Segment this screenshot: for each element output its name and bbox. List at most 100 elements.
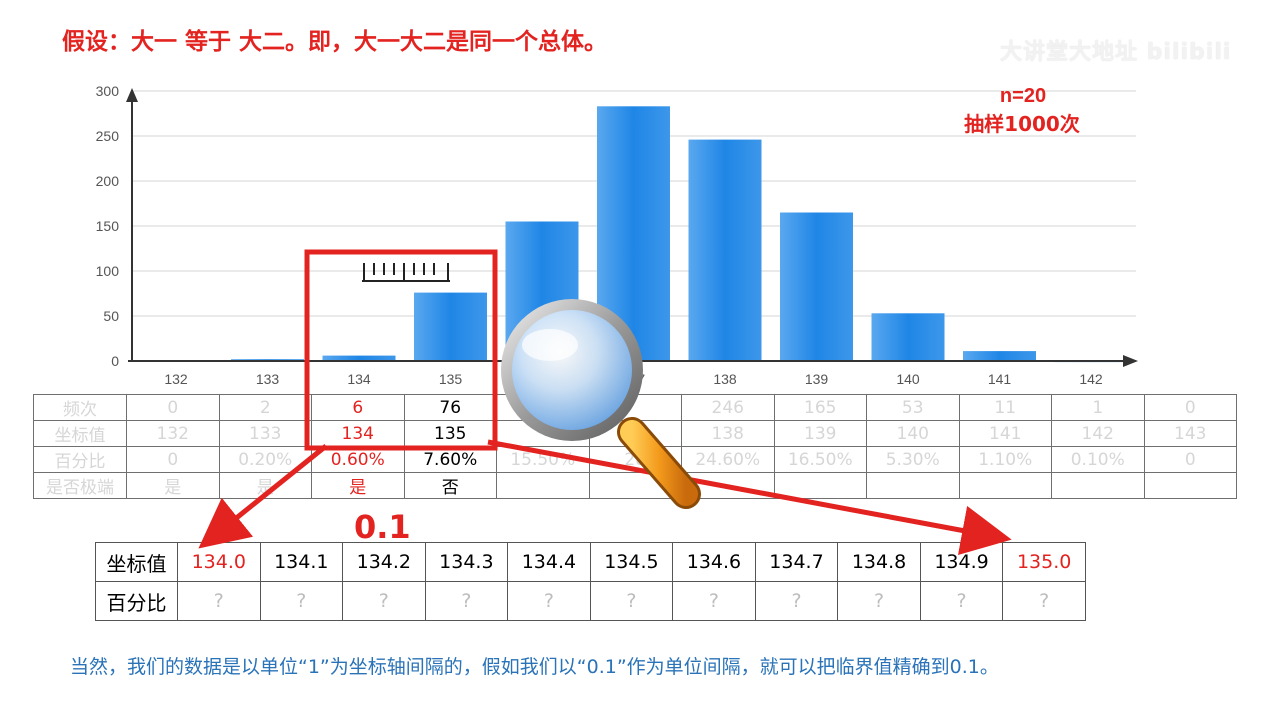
coord-cell: 134.2 (342, 542, 426, 582)
x-tick-label: 139 (805, 371, 829, 387)
table-cell (773, 472, 867, 499)
x-tick-label: 132 (164, 371, 188, 387)
coord-cell: 135.0 (1002, 542, 1086, 582)
table-cell: 11 (958, 394, 1052, 421)
table-cell: 134 (311, 420, 405, 447)
table-cell: 是 (311, 472, 405, 499)
y-tick-label: 150 (96, 218, 120, 234)
x-tick-label: 140 (896, 371, 920, 387)
table-cell: 0.10% (1051, 446, 1145, 473)
x-tick-label: 141 (988, 371, 1012, 387)
x-tick-label: 135 (439, 371, 463, 387)
table-cell: 是 (218, 472, 312, 499)
table-cell: 132 (126, 420, 220, 447)
table-cell (588, 394, 682, 421)
explanation-note: 当然，我们的数据是以单位“1”为坐标轴间隔的，假如我们以“0.1”作为单位间隔，… (70, 656, 999, 678)
bar-140 (871, 313, 945, 361)
pct-cell: ? (919, 581, 1004, 621)
table-cell: 155 (496, 394, 590, 421)
row-label: 坐标值 (33, 420, 127, 447)
fine-table-coord-row: 坐标值 134.0 134.1 134.2 134.3 134.4 134.5 134.6 13… (95, 542, 1086, 582)
coord-cell: 134.7 (754, 542, 839, 582)
pct-cell: ? (589, 581, 674, 621)
x-tick-label: 138 (713, 371, 737, 387)
table-cell: 76 (403, 394, 497, 421)
coord-cell: 134.0 (177, 542, 261, 582)
coord-cell: 134.6 (672, 542, 756, 582)
pct-cell: ? (837, 581, 921, 621)
table-cell: 0.20% (218, 446, 312, 473)
fine-interval-table: 坐标值 134.0 134.1 134.2 134.3 134.4 134.5 134.6 13… (95, 542, 1086, 621)
x-tick-label: 142 (1079, 371, 1103, 387)
table-cell (1051, 472, 1145, 499)
x-tick-label: 133 (256, 371, 280, 387)
pct-cell: ? (507, 581, 591, 621)
freq-table-row: 是否极端是是是否 (33, 472, 1237, 499)
table-cell: 2 (218, 394, 312, 421)
table-cell: 7.60% (403, 446, 497, 473)
x-axis-arrow (1123, 355, 1138, 367)
pct-cell: ? (424, 581, 509, 621)
y-axis-arrow (126, 88, 138, 102)
freq-table-row: 频次 0 2 6 76 155 246 165 53 11 1 0 (33, 394, 1237, 421)
coord-cell: 134.8 (837, 542, 921, 582)
x-axis-ticks: 132 133 134 135 136 137 138 139 140 141 142 (164, 371, 1103, 387)
coord-cell: 134.9 (919, 542, 1004, 582)
pct-cell: ? (754, 581, 839, 621)
table-cell (681, 472, 775, 499)
frequency-table: 频次 0 2 6 76 155 246 165 53 11 1 0 坐标值 132 133 134 135 138… (33, 394, 1237, 499)
y-tick-label: 250 (96, 128, 120, 144)
table-cell (866, 472, 960, 499)
table-cell (496, 420, 590, 447)
table-cell: 140 (866, 420, 960, 447)
table-cell: 138 (681, 420, 775, 447)
table-cell: 0 (1143, 446, 1237, 473)
x-tick-label: 134 (347, 371, 371, 387)
bar-141 (963, 351, 1036, 361)
coord-cell: 134.5 (589, 542, 674, 582)
pct-cell: ? (259, 581, 344, 621)
table-cell: 1.10% (958, 446, 1052, 473)
table-cell: 165 (773, 394, 867, 421)
table-cell: 0 (126, 446, 220, 473)
table-cell: 否 (403, 472, 497, 499)
bar-137 (597, 106, 670, 361)
y-axis-ticks: 0 50 100 150 200 250 300 (96, 83, 120, 369)
table-cell: 5.30% (866, 446, 960, 473)
table-cell: 143 (1143, 420, 1237, 447)
table-cell: 0 (1143, 394, 1237, 421)
table-cell: 135 (403, 420, 497, 447)
freq-table-row: 坐标值 132 133 134 135 138 139 140 141 142 143 (33, 420, 1237, 447)
table-cell: 15.50% (496, 446, 590, 473)
table-cell: 141 (958, 420, 1052, 447)
y-tick-label: 200 (96, 173, 120, 189)
table-cell (588, 472, 682, 499)
y-tick-label: 0 (111, 353, 119, 369)
table-cell: 53 (866, 394, 960, 421)
coord-cell: 134.3 (424, 542, 509, 582)
step-label: 0.1 (354, 508, 411, 546)
annotation-n: n=20 (1000, 85, 1046, 107)
row-label: 百分比 (95, 581, 178, 621)
x-tick-label: 137 (622, 371, 646, 387)
table-cell: 1 (1051, 394, 1145, 421)
y-tick-label: 300 (96, 83, 120, 99)
table-cell: 142 (1051, 420, 1145, 447)
table-cell: 246 (681, 394, 775, 421)
annotation-samples: 抽样1000次 (964, 112, 1080, 136)
table-cell: 28 (588, 446, 682, 473)
bar-135 (414, 292, 487, 361)
freq-table-row: 百分比 0 0.20% 0.60% 7.60% 15.50% 28 24.60% 16.50% 5… (33, 446, 1237, 473)
table-cell: 是 (126, 472, 220, 499)
pct-cell: ? (342, 581, 426, 621)
coord-cell: 134.1 (259, 542, 344, 582)
pct-cell: ? (672, 581, 756, 621)
fine-table-pct-row: 百分比??????????? (95, 581, 1086, 621)
row-label: 频次 (33, 394, 127, 421)
table-cell (1143, 472, 1237, 499)
x-tick-label: 136 (530, 371, 554, 387)
table-cell: 0.60% (311, 446, 405, 473)
y-tick-label: 50 (103, 308, 119, 324)
bars (231, 106, 1128, 363)
table-cell (588, 420, 682, 447)
